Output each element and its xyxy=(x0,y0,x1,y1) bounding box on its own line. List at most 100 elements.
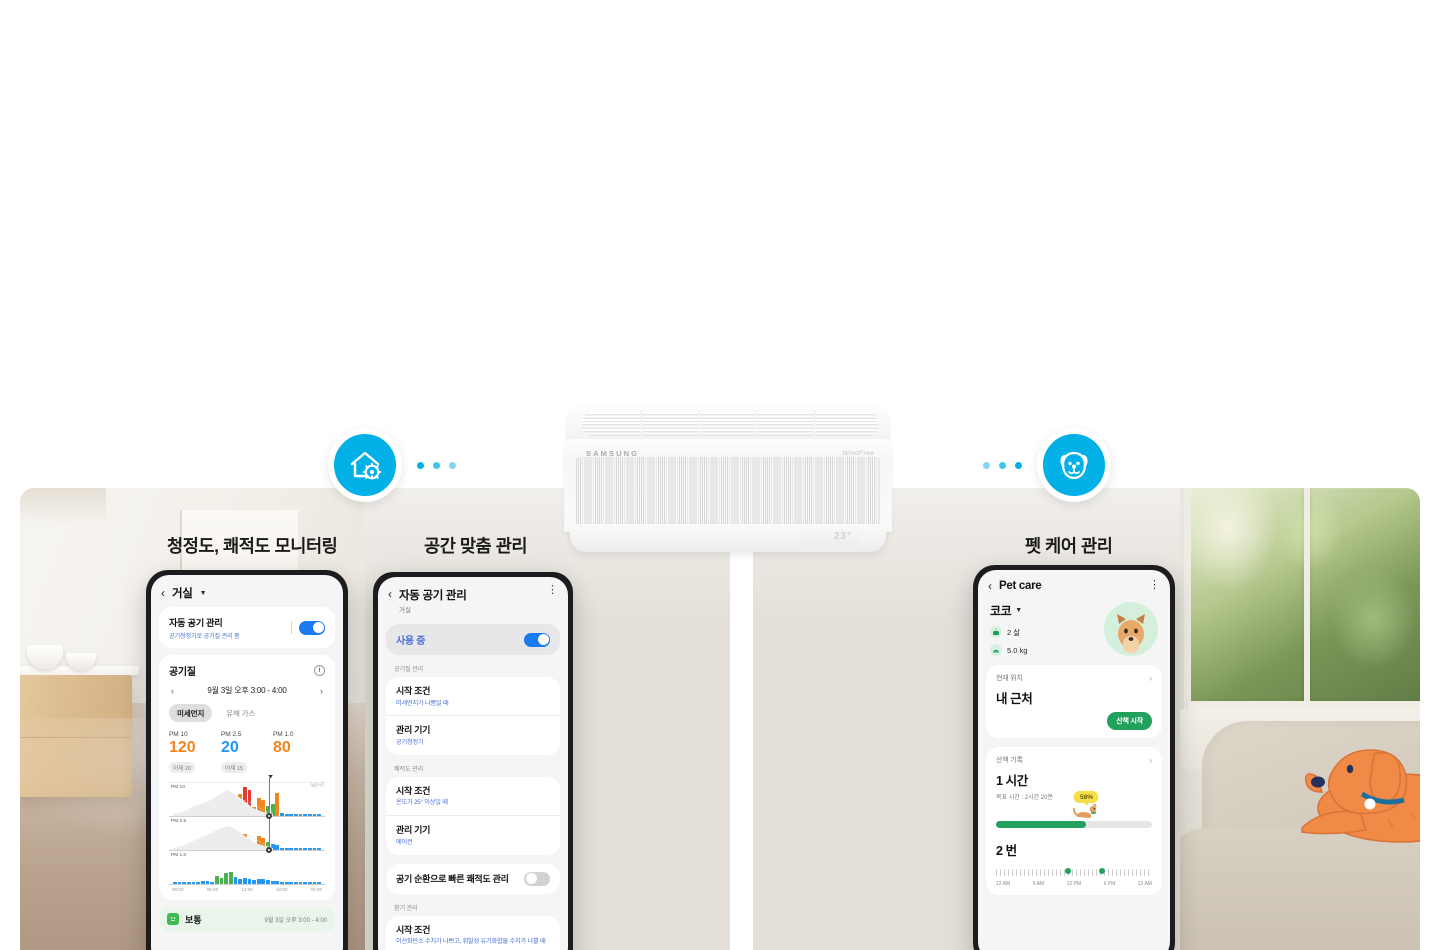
chevron-left-icon[interactable]: ‹ xyxy=(161,587,165,599)
chart-bar xyxy=(294,882,298,884)
list-item-title: 시작 조건 xyxy=(396,785,431,796)
chevron-right-icon[interactable]: › xyxy=(1149,756,1152,765)
chart-series-label: PM 1.0 xyxy=(171,852,187,858)
wall-panel-gap xyxy=(730,488,753,950)
kitchen-wall-shadow xyxy=(20,488,106,524)
location-value: 내 근처 xyxy=(996,692,1033,706)
list-item-subtitle: 미세먼지가 나쁨일 때 xyxy=(396,699,449,707)
chart-series-label: PM 2.5 xyxy=(171,818,187,824)
chevron-right-icon[interactable]: › xyxy=(1149,674,1152,683)
phone-air-quality: ‹ 거실 ▼ 자동 공기 관리 공기청정기로 공기질 관리 중 공기질 i ‹ … xyxy=(146,570,348,950)
ac-model-label: WindFree xyxy=(842,450,874,457)
air-quality-chart: (㎍/㎥) PM 10 PM 2.5 PM 1.0 00:00 06:00 12… xyxy=(169,774,325,892)
kebab-menu-icon[interactable]: ⋮ xyxy=(547,585,558,596)
pm1-label: PM 1.0 xyxy=(273,731,294,738)
home-gear-badge xyxy=(328,428,402,502)
list-item-subtitle: 이산화탄소 수치가 나쁘고, 휘발성 유기화합물 수치가 나쁠 때 xyxy=(396,938,546,946)
chart-bar xyxy=(261,879,266,884)
chart-bar xyxy=(284,882,289,884)
chart-bar xyxy=(280,847,284,850)
air-quality-settings-list: 시작 조건 미세먼지가 나쁨일 때 관리 기기 공기청정기 xyxy=(386,677,560,755)
list-item[interactable]: 시작 조건 온도가 25° 이상일 때 xyxy=(386,777,560,815)
ac-brand-label: SAMSUNG xyxy=(586,449,640,458)
chevron-left-icon[interactable]: ‹ xyxy=(388,588,392,600)
walk-timeline xyxy=(996,867,1152,878)
axis-tick: 18:00 xyxy=(275,886,288,892)
tab-harmful-gas[interactable]: 유해 가스 xyxy=(218,704,263,722)
ventilation-settings-list: 시작 조건 이산화탄소 수치가 나쁘고, 휘발성 유기화합물 수치가 나쁠 때 xyxy=(386,915,560,950)
chevron-left-icon[interactable]: ‹ xyxy=(988,580,992,592)
auto-air-card[interactable]: 자동 공기 관리 공기청정기로 공기질 관리 중 xyxy=(159,607,335,648)
list-item[interactable]: 관리 기기 에어컨 xyxy=(386,815,560,854)
circulation-card[interactable]: 공기 순환으로 빠른 쾌적도 관리 xyxy=(386,863,560,894)
enabled-toggle-card[interactable]: 사용 중 xyxy=(386,624,560,655)
pm10-label: PM 10 xyxy=(169,731,188,738)
list-item[interactable]: 시작 조건 미세먼지가 나쁨일 때 xyxy=(386,677,560,715)
chart-bar xyxy=(284,848,289,850)
pet-name: 코코 xyxy=(990,604,1012,618)
pet-weight-row: 5.0 kg xyxy=(990,644,1027,656)
chart-bar xyxy=(228,872,233,884)
axis-tick: 00:00 xyxy=(310,886,323,892)
chart-bar xyxy=(308,814,312,816)
axis-tick: 00:00 xyxy=(172,886,184,892)
circulation-toggle[interactable] xyxy=(524,871,550,886)
pm25-yesterday-badge: 어제 15 xyxy=(221,762,248,774)
connection-dots-left xyxy=(417,462,456,469)
pm10-value: 120 xyxy=(169,739,196,756)
list-item[interactable]: 관리 기기 공기청정기 xyxy=(386,715,560,754)
chevron-left-icon[interactable]: ‹ xyxy=(171,686,174,696)
chart-bar xyxy=(275,881,280,884)
window-frame xyxy=(1304,488,1310,716)
auto-air-title: 자동 공기 관리 xyxy=(169,618,223,628)
home-gear-icon xyxy=(350,451,382,480)
start-walk-button[interactable]: 산책 시작 xyxy=(1107,712,1152,730)
pm1-value: 80 xyxy=(273,739,291,756)
tab-fine-dust[interactable]: 미세먼지 xyxy=(169,704,213,722)
chart-bar xyxy=(275,793,280,816)
chevron-right-icon[interactable]: › xyxy=(320,686,323,696)
scale-icon xyxy=(990,644,1002,656)
list-item-subtitle: 에어컨 xyxy=(396,838,413,846)
chart-bar xyxy=(298,882,303,884)
list-item-subtitle: 온도가 25° 이상일 때 xyxy=(396,799,448,807)
info-icon[interactable]: i xyxy=(314,665,325,676)
air-status-card: 보통 9월 3일 오후 3:00 - 4:00 xyxy=(159,906,335,932)
pm25-value: 20 xyxy=(221,739,239,756)
chart-ghost-pm10 xyxy=(173,789,273,816)
list-item[interactable]: 시작 조건 이산화탄소 수치가 나쁘고, 휘발성 유기화합물 수치가 나쁠 때 xyxy=(386,916,560,950)
pet-age: 2 살 xyxy=(1007,627,1021,637)
location-card[interactable]: 현재 위치 › 내 근처 산책 시작 xyxy=(986,665,1162,738)
window-frame xyxy=(1188,701,1420,709)
pet-profile: 코코 ▼ 2 살 5.0 kg xyxy=(978,598,1170,656)
list-item-title: 시작 조건 xyxy=(396,924,431,935)
phone2-topbar: ‹ 자동 공기 관리 거실 ⋮ xyxy=(378,577,568,620)
page-title: Pet care xyxy=(999,580,1042,592)
chart-bar xyxy=(312,814,317,816)
chart-ghost-pm25 xyxy=(173,825,273,850)
chart-bar xyxy=(312,848,317,850)
list-item-title: 시작 조건 xyxy=(396,686,431,696)
comfort-settings-list: 시작 조건 온도가 25° 이상일 때 관리 기기 에어컨 xyxy=(386,776,560,855)
auto-air-toggle[interactable] xyxy=(299,620,325,635)
caret-down-icon[interactable]: ▼ xyxy=(1015,607,1022,614)
kebab-menu-icon[interactable]: ⋮ xyxy=(1149,580,1160,591)
chart-bar xyxy=(312,882,317,884)
chart-bar xyxy=(247,879,252,884)
chart-bar xyxy=(173,882,177,884)
timeline-ticks xyxy=(996,869,1152,876)
air-conditioner-unit: SAMSUNG WindFree 23° xyxy=(564,406,892,556)
chart-bar xyxy=(219,878,224,884)
screenshot-root: SAMSUNG WindFree 23° 청정도, 쾌적도 모니터링 공간 맞춤… xyxy=(0,0,1440,950)
timeline-axis: 12 AM 6 AM 12 PM 6 PM 12 AM xyxy=(996,881,1152,887)
timeline-tick: 6 AM xyxy=(1032,881,1045,887)
list-item-title: 관리 기기 xyxy=(396,825,431,836)
chart-bar xyxy=(308,882,312,884)
enabled-toggle[interactable] xyxy=(524,632,550,647)
caret-down-icon[interactable]: ▼ xyxy=(200,590,207,597)
chart-pane-pm1: PM 1.0 xyxy=(169,851,325,885)
chart-bar xyxy=(303,814,308,816)
chart-bar xyxy=(289,814,294,816)
chart-bar xyxy=(317,814,322,816)
phone-pet-care: ‹ Pet care ⋮ 코코 ▼ 2 살 5.0 kg 현재 위치 › 내 근… xyxy=(973,565,1175,950)
